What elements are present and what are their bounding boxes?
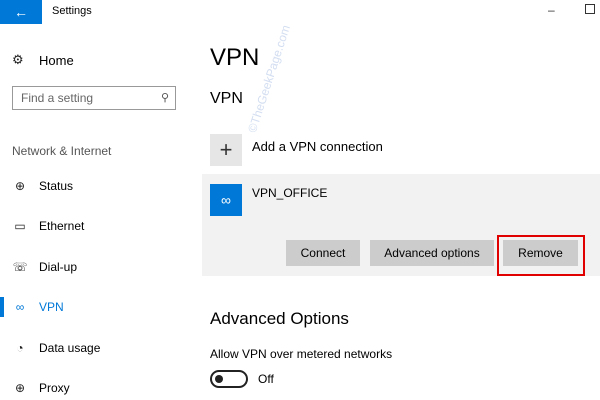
active-indicator (0, 297, 4, 317)
advanced-options-button[interactable]: Advanced options (370, 240, 494, 266)
add-vpn-connection[interactable]: + Add a VPN connection (210, 134, 383, 166)
search-box[interactable]: ⚲ (12, 86, 176, 110)
sidebar: ⚙ Home ⚲ Network & Internet ⊕ Status ▭ E… (0, 24, 190, 395)
section-title: VPN (210, 90, 243, 107)
sidebar-item-dial-up[interactable]: ☏ Dial-up (0, 255, 190, 279)
plus-icon: + (210, 134, 242, 166)
sidebar-item-ethernet[interactable]: ▭ Ethernet (0, 214, 190, 238)
sidebar-item-label: Data usage (39, 341, 101, 355)
metered-networks-label: Allow VPN over metered networks (210, 347, 393, 361)
maximize-button[interactable] (585, 4, 595, 14)
sidebar-item-label: Dial-up (39, 260, 78, 274)
section-label: Network & Internet (12, 144, 112, 158)
sidebar-item-vpn[interactable]: ∞ VPN (0, 295, 190, 319)
globe-icon: ⊕ (14, 179, 26, 193)
sidebar-item-label: Ethernet (39, 219, 85, 233)
sidebar-item-label: Status (39, 179, 74, 193)
data-usage-icon: ◔ (16, 341, 24, 355)
search-icon[interactable]: ⚲ (161, 91, 169, 104)
search-input[interactable] (13, 90, 153, 106)
back-arrow-icon: ← (14, 4, 28, 20)
sidebar-item-label: VPN (39, 300, 64, 314)
remove-highlight-box (497, 235, 585, 276)
sidebar-item-proxy[interactable]: ⊕ Proxy (0, 376, 190, 400)
sidebar-item-status[interactable]: ⊕ Status (0, 174, 190, 198)
sidebar-item-label: Proxy (39, 381, 70, 395)
sidebar-item-data-usage[interactable]: ◔ Data usage (0, 336, 190, 360)
page-title: VPN (210, 44, 260, 71)
toggle-knob (215, 375, 223, 383)
sidebar-item-label: Home (39, 52, 74, 68)
title-bar: ← Settings – (0, 0, 600, 24)
vpn-icon: ∞ (15, 300, 25, 314)
ethernet-icon: ▭ (14, 219, 26, 233)
back-button[interactable]: ← (0, 0, 42, 24)
main-content: VPN VPN + Add a VPN connection ∞ VPN_OFF… (190, 24, 600, 394)
toggle-state-label: Off (258, 372, 274, 386)
vpn-connection-name: VPN_OFFICE (252, 186, 328, 200)
sidebar-item-home[interactable]: ⚙ Home (12, 51, 74, 69)
proxy-icon: ⊕ (14, 381, 26, 395)
gear-icon: ⚙ (12, 52, 24, 67)
connect-button[interactable]: Connect (286, 240, 360, 266)
advanced-options-heading: Advanced Options (210, 309, 349, 328)
dialup-icon: ☏ (12, 260, 28, 274)
vpn-connection-icon: ∞ (210, 184, 242, 216)
add-vpn-label: Add a VPN connection (252, 138, 383, 154)
minimize-button[interactable]: – (548, 3, 555, 17)
app-title: Settings (52, 5, 92, 17)
metered-networks-toggle[interactable] (210, 370, 248, 388)
